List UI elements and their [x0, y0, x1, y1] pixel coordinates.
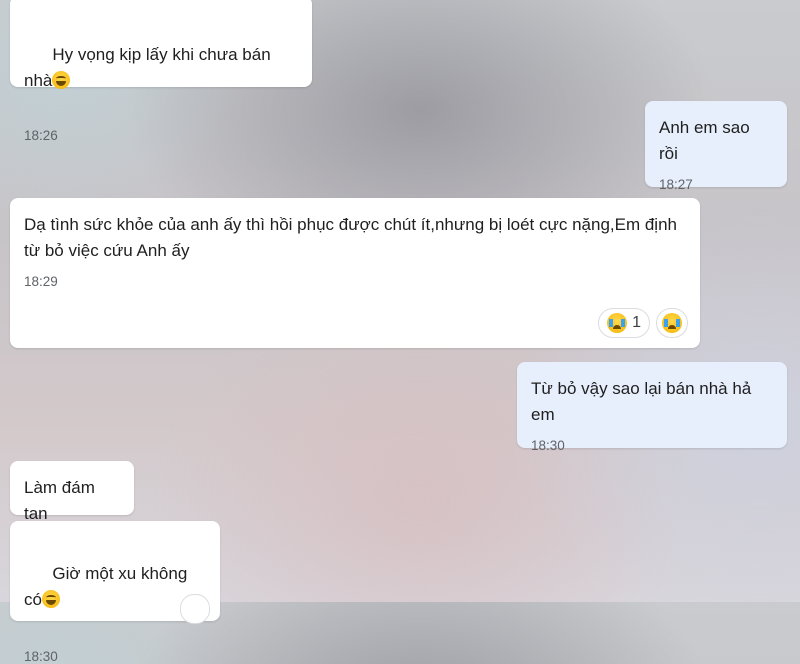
crying-emoji-icon	[607, 313, 628, 333]
reaction-count: 1	[632, 314, 641, 331]
message-bubble-incoming[interactable]: Dạ tình sức khỏe của anh ấy thì hồi phục…	[10, 198, 700, 348]
crying-emoji-icon	[662, 313, 682, 333]
message-timestamp: 18:26	[24, 128, 58, 143]
message-bubble-incoming[interactable]: Làm đám tan	[10, 461, 134, 523]
reaction-chip[interactable]: 1	[598, 308, 650, 338]
message-text: Từ bỏ vậy sao lại bán nhà hả em	[531, 379, 756, 424]
message-bubble-outgoing[interactable]: Từ bỏ vậy sao lại bán nhà hả em 18:30	[517, 362, 787, 453]
message-timestamp: 18:30	[531, 438, 565, 453]
add-reaction-button[interactable]	[656, 308, 688, 338]
message-bubble-outgoing[interactable]: Anh em sao rồi 18:27	[645, 101, 787, 192]
message-timestamp: 18:30	[24, 649, 58, 664]
message-timestamp: 18:27	[659, 177, 693, 192]
message-text: Anh em sao rồi	[659, 118, 755, 163]
chat-message-list: Hy vọng kịp lấy khi chưa bán nhà 18:26 A…	[0, 0, 800, 664]
add-reaction-button[interactable]	[180, 594, 210, 624]
message-text: Dạ tình sức khỏe của anh ấy thì hồi phục…	[24, 215, 677, 260]
grinning-sweat-emoji-icon	[52, 71, 71, 89]
message-text: Làm đám tan	[24, 478, 100, 523]
message-timestamp: 18:29	[24, 274, 58, 289]
reaction-bar: 1	[598, 308, 688, 338]
grinning-sweat-emoji-icon	[41, 590, 60, 608]
message-bubble-incoming[interactable]: Hy vọng kịp lấy khi chưa bán nhà 18:26	[10, 0, 312, 143]
